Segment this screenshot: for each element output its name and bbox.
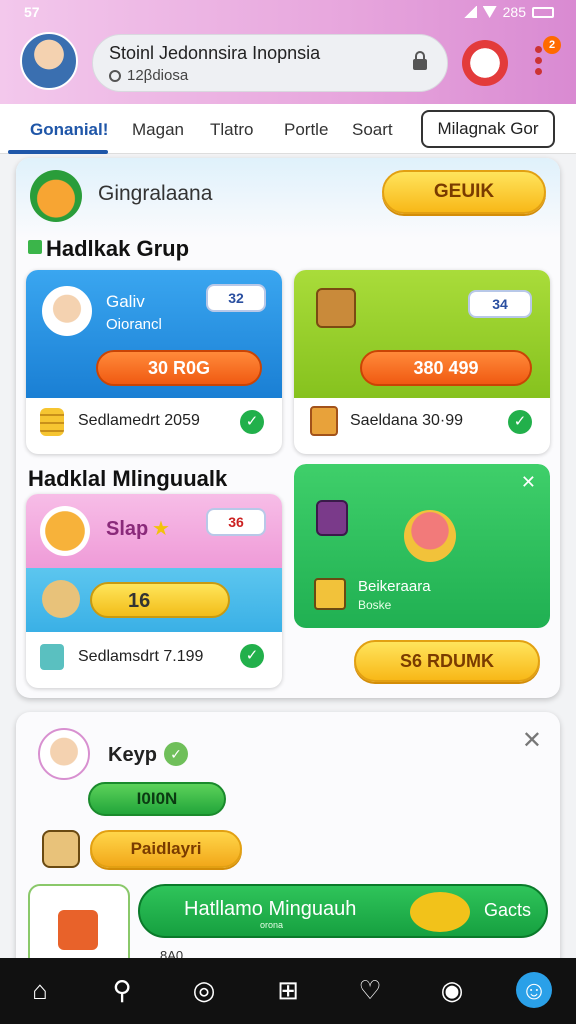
profile-header-box[interactable]: Stoinl Jedonnsira Inopnsia 12βdiosa	[92, 34, 448, 92]
messages-icon[interactable]: ☺	[516, 972, 552, 1008]
section-title-group: Hadlkak Grup	[28, 236, 189, 262]
scroll-icon	[42, 830, 80, 868]
battery-icon	[532, 6, 554, 18]
banner-button[interactable]: Hatllamo Minguauh orona Gacts	[138, 884, 548, 938]
user-name: Keyp	[108, 744, 157, 766]
speech-bubble-icon	[316, 500, 348, 536]
user-avatar	[42, 286, 92, 336]
close-icon[interactable]: ✕	[521, 472, 536, 493]
offer-tile-1[interactable]: Galiv Oiorancl 32 30 R0G Sedlamedrt 2059…	[26, 270, 282, 454]
tab-portle[interactable]: Portle	[284, 120, 328, 140]
lock-icon[interactable]	[411, 51, 429, 71]
battery-text: 285	[502, 4, 526, 20]
header-title: Stoinl Jedonnsira Inopnsia	[109, 43, 321, 63]
ice-cream-icon	[404, 510, 456, 562]
tile1-badge: 32	[206, 284, 266, 312]
wifi-icon	[482, 6, 497, 18]
section-title-monthly: Hadklal Mlinguualk	[28, 466, 228, 491]
tile4-name: Beikeraara	[358, 578, 431, 595]
main-card: Gingralaana GEUIK Hadlkak Grup Galiv Oio…	[16, 158, 560, 698]
coin-bar: 16	[90, 582, 230, 618]
coin-icon	[40, 408, 64, 436]
profile-icon[interactable]: ◉	[434, 972, 470, 1008]
home-icon[interactable]: ⌂	[22, 972, 58, 1008]
active-tab-indicator	[8, 150, 108, 154]
tile2-footer: Saeldana 30·99	[350, 412, 463, 429]
status-time: 57	[24, 4, 40, 20]
tile2-badge: 34	[468, 290, 532, 318]
tile2-price-button[interactable]: 380 499	[360, 350, 532, 386]
tab-general[interactable]: Gonanial!	[30, 120, 108, 140]
tile1-role: Oiorancl	[106, 316, 162, 333]
basket-icon	[58, 910, 98, 950]
tile4-sub: Boske	[358, 598, 392, 612]
close-icon[interactable]: ✕	[522, 726, 542, 755]
treasure-chest-icon	[316, 288, 356, 328]
clock-icon	[109, 69, 121, 82]
tile4-action-button[interactable]: S6 RDUMK	[354, 640, 540, 682]
offer-tile-3[interactable]: Slap ★ 36 16 Sedlamsdrt 7.199 ✓	[26, 494, 282, 688]
user-action-button[interactable]: I0I0N	[88, 782, 226, 816]
status-bar: 57 285	[0, 0, 576, 26]
heart-icon[interactable]: ♡	[352, 972, 388, 1008]
check-circle-icon: ✓	[240, 644, 264, 668]
profile-avatar[interactable]	[20, 32, 78, 90]
tile3-badge: 36	[206, 508, 266, 536]
tile1-price-button[interactable]: 30 R0G	[96, 350, 262, 386]
verified-icon: ✓	[164, 742, 188, 766]
check-icon	[28, 240, 42, 254]
tile3-label: Slap	[106, 518, 149, 540]
banner-text: Hatllamo Minguauh	[184, 898, 357, 920]
tab-tlatro[interactable]: Tlatro	[210, 120, 253, 140]
offer-tile-4[interactable]: ✕ Beikeraara Boske S6 RDUMK	[294, 464, 550, 688]
bottom-navigation: ⌂ ⚲ ◎ ⊞ ♡ ◉ ☺	[0, 958, 576, 1024]
box-icon	[314, 578, 346, 610]
notification-badge: 2	[543, 36, 561, 54]
search-icon[interactable]: ⚲	[104, 972, 140, 1008]
add-icon[interactable]: ⊞	[270, 972, 306, 1008]
signal-icon	[462, 6, 477, 18]
bag-icon	[40, 644, 64, 670]
tab-soart[interactable]: Soart	[352, 120, 393, 140]
tab-action-button[interactable]: Milagnak Gor	[421, 110, 555, 148]
card-title: Gingralaana	[98, 182, 213, 205]
tile3-footer: Sedlamsdrt 7.199	[78, 648, 204, 665]
tiger-mascot-icon	[40, 506, 90, 556]
coin-count: 16	[128, 590, 151, 612]
check-circle-icon: ✓	[240, 410, 264, 434]
banner-sub: orona	[260, 920, 284, 930]
star-icon: ★	[152, 518, 170, 540]
user-card: Keyp ✓ ✕ I0I0N Paidlayri Hatllamo Mingua…	[16, 712, 560, 982]
banner-action: Gacts	[484, 900, 532, 920]
mascot-icon[interactable]	[462, 40, 508, 86]
tab-magan[interactable]: Magan	[132, 120, 184, 140]
user-avatar[interactable]	[38, 728, 90, 780]
gift-box-icon	[310, 406, 338, 436]
fox-mascot-icon	[30, 170, 82, 222]
zoom-icon[interactable]: ◎	[186, 972, 222, 1008]
check-circle-icon: ✓	[508, 410, 532, 434]
header-subtitle: 12βdiosa	[127, 67, 189, 84]
reward-button[interactable]: Paidlayri	[90, 830, 242, 868]
tile1-footer: Sedlamedrt 2059	[78, 412, 200, 429]
scroll-icon	[42, 580, 80, 618]
header-action-button[interactable]: GEUIK	[382, 170, 546, 214]
tile1-name: Galiv	[106, 292, 145, 311]
offer-tile-2[interactable]: 34 380 499 Saeldana 30·99 ✓	[294, 270, 550, 454]
coin-icon	[410, 892, 470, 932]
